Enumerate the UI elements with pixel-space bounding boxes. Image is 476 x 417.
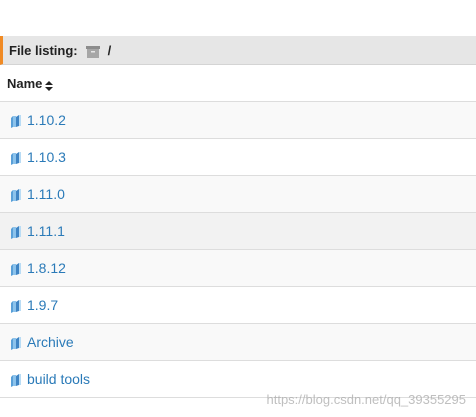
file-link[interactable]: 1.11.1 [27,223,65,239]
archive-icon [85,45,100,58]
table-row[interactable]: 1.10.3 [0,139,476,176]
table-row[interactable]: 1.8.12 [0,250,476,287]
column-header-row: Name [0,65,476,102]
file-listing-label: File listing: [9,42,78,58]
file-link[interactable]: 1.10.2 [27,112,66,128]
folder-icon [9,299,24,314]
file-link[interactable]: 1.10.3 [27,149,66,165]
column-header-name[interactable]: Name [7,76,42,91]
table-row[interactable]: Archive [0,324,476,361]
file-link[interactable]: 1.11.0 [27,186,65,202]
table-row[interactable]: 1.11.0 [0,176,476,213]
table-row[interactable]: 1.10.2 [0,102,476,139]
folder-icon [9,188,24,203]
breadcrumb-root[interactable]: / [108,43,112,58]
folder-icon [9,151,24,166]
file-link[interactable]: 1.8.12 [27,260,66,276]
file-listing-page: File listing: / Name 1.10.2 1.10.3 1.11.0 1… [0,0,476,417]
file-list: 1.10.2 1.10.3 1.11.0 1.11.1 1.8.12 1.9.7 Archi… [0,102,476,398]
file-link[interactable]: 1.9.7 [27,297,58,313]
table-row[interactable]: 1.9.7 [0,287,476,324]
file-listing-header: File listing: / [0,36,476,65]
file-link[interactable]: Archive [27,334,74,350]
folder-icon [9,225,24,240]
folder-icon [9,114,24,129]
table-row[interactable]: 1.11.1 [0,213,476,250]
folder-icon [9,373,24,388]
folder-icon [9,336,24,351]
sort-both-icon[interactable] [45,78,54,91]
file-link[interactable]: build tools [27,371,90,387]
watermark: https://blog.csdn.net/qq_39355295 [266,392,467,407]
folder-icon [9,262,24,277]
